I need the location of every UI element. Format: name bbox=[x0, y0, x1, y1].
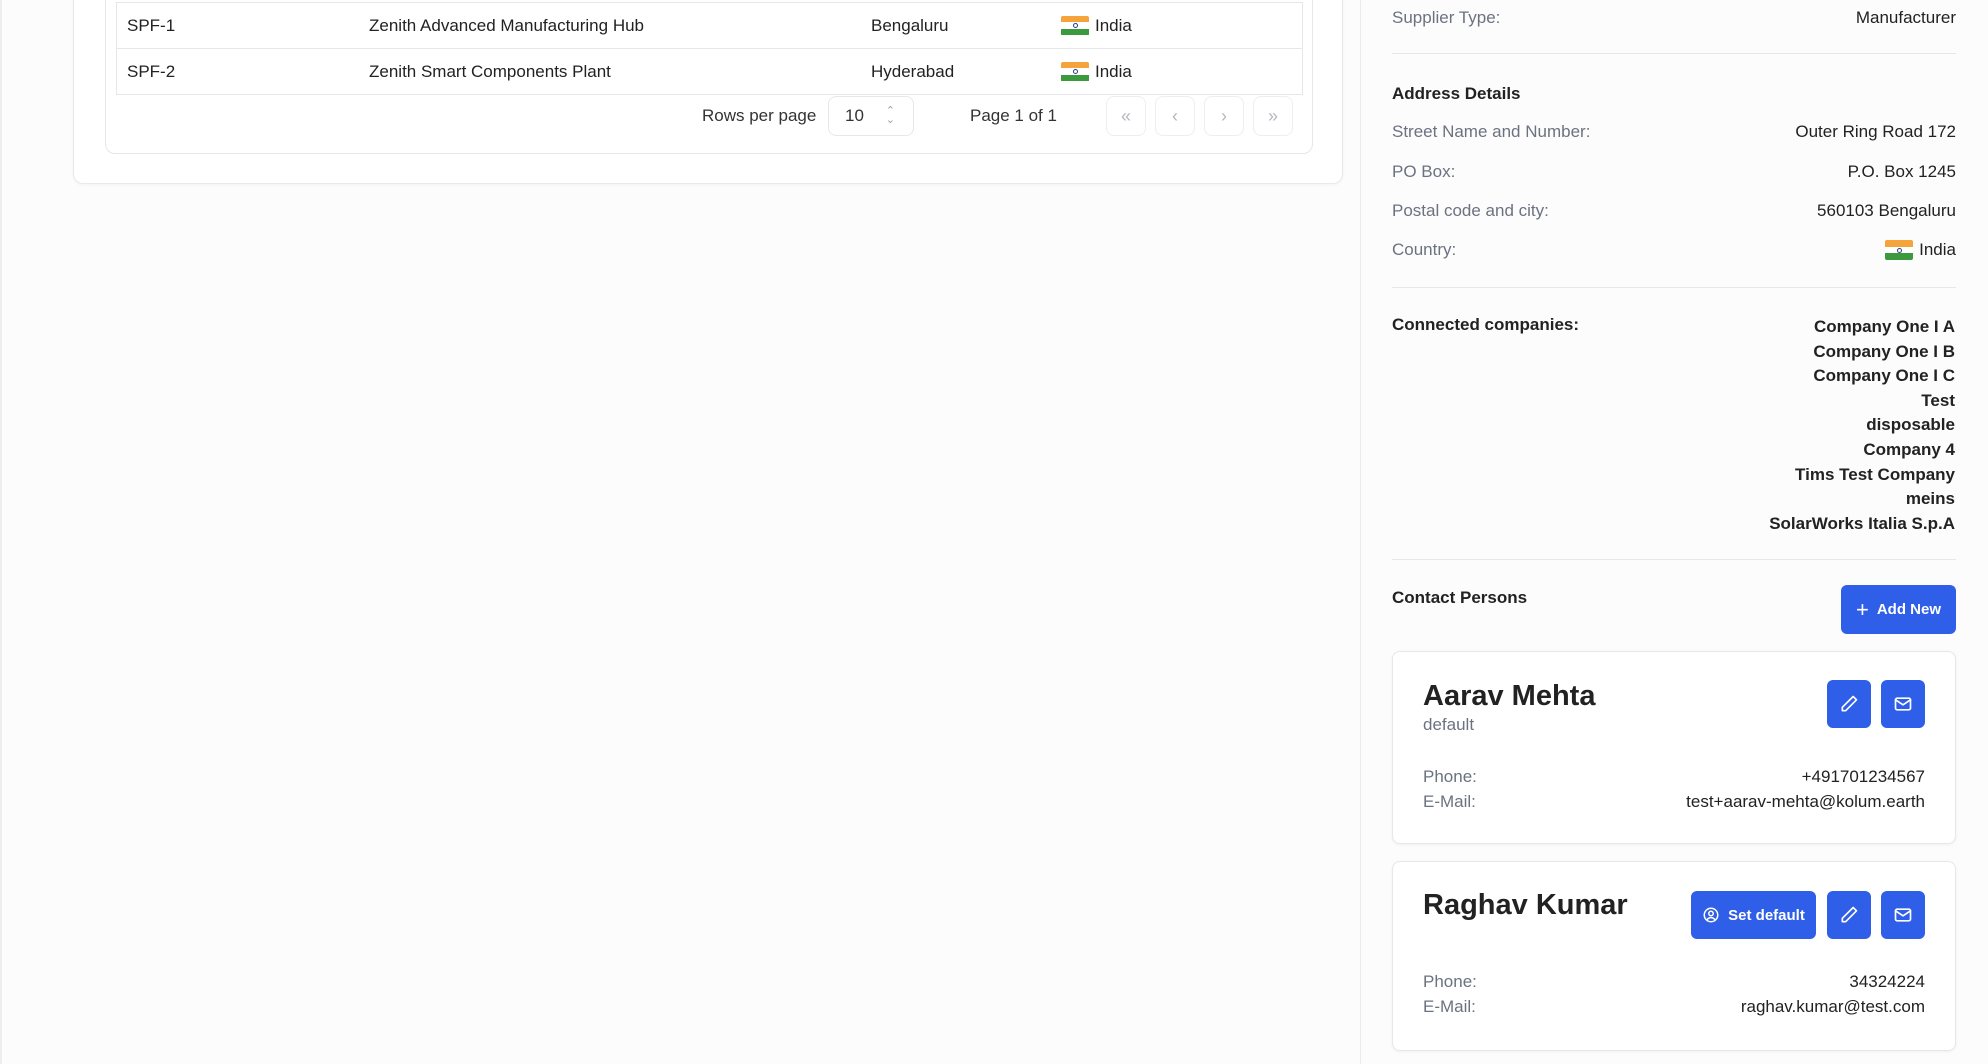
email-contact-button[interactable] bbox=[1881, 891, 1925, 939]
list-item: meins bbox=[1905, 489, 1955, 509]
email-label: E-Mail: bbox=[1423, 997, 1476, 1016]
contact-persons-title: Contact Persons bbox=[1392, 588, 1528, 607]
list-item: Company 4 bbox=[1863, 439, 1955, 459]
list-item: SolarWorks Italia S.p.A bbox=[1769, 513, 1955, 533]
facilities-table: SPF-1 Zenith Advanced Manufacturing Hub … bbox=[116, 2, 1303, 95]
table-row[interactable]: SPF-1 Zenith Advanced Manufacturing Hub … bbox=[117, 2, 1302, 48]
street-label: Street Name and Number: bbox=[1392, 122, 1591, 141]
list-item: Company One I C bbox=[1813, 366, 1955, 386]
rows-per-page-value: 10 bbox=[845, 106, 864, 125]
country-label: India bbox=[1095, 15, 1132, 35]
contact-name: Raghav Kumar bbox=[1423, 889, 1628, 921]
list-item: Company One I A bbox=[1813, 317, 1955, 336]
next-page-button[interactable]: › bbox=[1204, 96, 1244, 136]
postal-label: Postal code and city: bbox=[1392, 201, 1549, 220]
address-details-title: Address Details bbox=[1392, 84, 1521, 103]
connected-companies-list: Company One I A Company One I B Company … bbox=[1769, 315, 1955, 536]
table-row[interactable]: SPF-2 Zenith Smart Components Plant Hyde… bbox=[117, 48, 1302, 94]
list-item: Company One I B bbox=[1813, 341, 1955, 361]
country-label: Country: bbox=[1392, 240, 1457, 259]
page-info: Page 1 of 1 bbox=[970, 106, 1057, 125]
connected-companies-label: Connected companies: bbox=[1392, 315, 1580, 334]
pobox-label: PO Box: bbox=[1392, 162, 1456, 181]
pencil-icon bbox=[1841, 906, 1858, 923]
pencil-icon bbox=[1841, 695, 1858, 712]
supplier-type-row: Supplier Type: Manufacturer bbox=[1392, 8, 1956, 28]
plus-icon: + bbox=[1855, 596, 1869, 622]
divider bbox=[1392, 559, 1956, 560]
chevron-left-icon: ‹ bbox=[1172, 105, 1178, 126]
contact-email-row: E-Mail: raghav.kumar@test.com bbox=[1423, 997, 1925, 1017]
contact-name: Aarav Mehta bbox=[1423, 680, 1596, 712]
india-flag-icon bbox=[1061, 61, 1089, 82]
edit-contact-button[interactable] bbox=[1827, 891, 1871, 939]
list-item: disposable bbox=[1866, 415, 1955, 435]
phone-label: Phone: bbox=[1423, 767, 1477, 786]
supplier-type-value: Manufacturer bbox=[1855, 8, 1956, 27]
email-value: test+aarav-mehta@kolum.earth bbox=[1686, 792, 1925, 811]
supplier-details-sidebar: Supplier Type: Manufacturer Address Deta… bbox=[1360, 0, 1988, 1064]
country-label: India bbox=[1095, 61, 1132, 81]
contact-card: Raghav Kumar Set default Phone: 34324224… bbox=[1392, 861, 1956, 1051]
postal-value: 560103 Bengaluru bbox=[1817, 201, 1956, 220]
country-value: India bbox=[1885, 240, 1956, 260]
pobox-row: PO Box: P.O. Box 1245 bbox=[1392, 162, 1956, 182]
street-row: Street Name and Number: Outer Ring Road … bbox=[1392, 122, 1956, 142]
street-value: Outer Ring Road 172 bbox=[1795, 122, 1956, 141]
set-default-label: Set default bbox=[1728, 906, 1805, 924]
email-contact-button[interactable] bbox=[1881, 680, 1925, 728]
edit-contact-button[interactable] bbox=[1827, 680, 1871, 728]
facility-id: SPF-2 bbox=[127, 61, 176, 81]
first-page-button[interactable]: « bbox=[1106, 96, 1146, 136]
list-item: Test bbox=[1921, 390, 1955, 410]
phone-value: 34324224 bbox=[1849, 972, 1925, 991]
email-label: E-Mail: bbox=[1423, 792, 1476, 811]
chevron-up-down-icon: ⌃ ⌄ bbox=[885, 105, 895, 126]
main-content: SPF-1 Zenith Advanced Manufacturing Hub … bbox=[0, 0, 1360, 1064]
facility-name: Zenith Smart Components Plant bbox=[369, 61, 611, 81]
contact-default-badge: default bbox=[1423, 715, 1475, 734]
divider bbox=[1392, 287, 1956, 288]
india-flag-icon bbox=[1061, 15, 1089, 36]
chevrons-right-icon: » bbox=[1267, 105, 1278, 126]
add-new-label: Add New bbox=[1876, 601, 1942, 618]
pagination: Rows per page 10 ⌃ ⌄ Page 1 of 1 « ‹ › » bbox=[106, 96, 1314, 136]
country-name: India bbox=[1919, 240, 1956, 259]
divider bbox=[1392, 53, 1956, 54]
user-circle-icon bbox=[1703, 907, 1719, 923]
postal-row: Postal code and city: 560103 Bengaluru bbox=[1392, 201, 1956, 221]
list-item: Tims Test Company bbox=[1795, 464, 1955, 484]
india-flag-icon bbox=[1885, 240, 1914, 260]
phone-value: +491701234567 bbox=[1801, 767, 1925, 786]
facilities-panel: SPF-1 Zenith Advanced Manufacturing Hub … bbox=[73, 0, 1343, 184]
supplier-type-label: Supplier Type: bbox=[1392, 8, 1501, 27]
facility-country: India bbox=[1061, 61, 1132, 82]
email-value: raghav.kumar@test.com bbox=[1740, 997, 1925, 1016]
facility-id: SPF-1 bbox=[127, 15, 176, 35]
facility-city: Bengaluru bbox=[871, 15, 949, 35]
contact-email-row: E-Mail: test+aarav-mehta@kolum.earth bbox=[1423, 792, 1925, 812]
phone-label: Phone: bbox=[1423, 972, 1477, 991]
pobox-value: P.O. Box 1245 bbox=[1847, 162, 1956, 181]
facility-city: Hyderabad bbox=[871, 61, 955, 81]
contact-phone-row: Phone: 34324224 bbox=[1423, 972, 1925, 992]
mail-icon bbox=[1894, 697, 1912, 711]
set-default-button[interactable]: Set default bbox=[1691, 891, 1816, 939]
chevrons-left-icon: « bbox=[1120, 105, 1131, 126]
contact-card: Aarav Mehta default Phone: +491701234567… bbox=[1392, 651, 1956, 844]
previous-page-button[interactable]: ‹ bbox=[1155, 96, 1195, 136]
mail-icon bbox=[1894, 908, 1912, 922]
facility-name: Zenith Advanced Manufacturing Hub bbox=[369, 15, 645, 35]
facility-country: India bbox=[1061, 15, 1132, 36]
last-page-button[interactable]: » bbox=[1253, 96, 1293, 136]
rows-per-page-select[interactable]: 10 ⌃ ⌄ bbox=[828, 96, 914, 136]
contact-phone-row: Phone: +491701234567 bbox=[1423, 767, 1925, 787]
add-new-contact-button[interactable]: + Add New bbox=[1841, 585, 1956, 634]
chevron-right-icon: › bbox=[1221, 105, 1227, 126]
facilities-table-card: SPF-1 Zenith Advanced Manufacturing Hub … bbox=[105, 0, 1313, 154]
country-row: Country: India bbox=[1392, 240, 1956, 260]
rows-per-page-label: Rows per page bbox=[702, 106, 817, 125]
